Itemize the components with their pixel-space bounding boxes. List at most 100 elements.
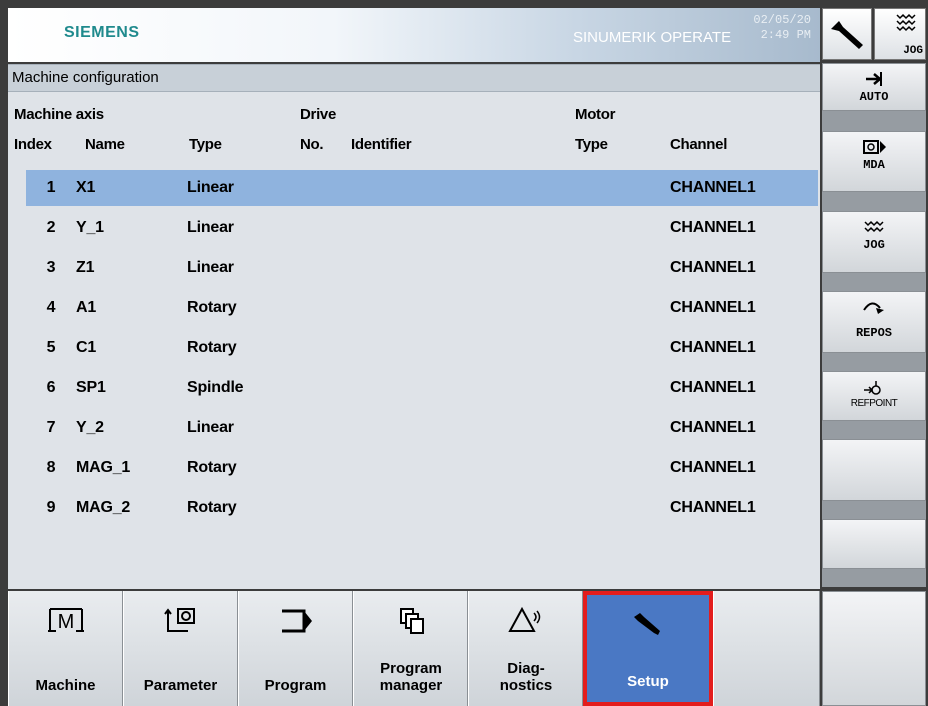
diagnostics-label: Diag-nostics [499,660,553,694]
machine-softkey[interactable]: M Machine [8,591,123,706]
cell-name: X1 [76,179,96,196]
column-channel: Channel [670,136,728,153]
refpoint-label: REFPOINT [850,398,898,409]
cell-name: Z1 [76,259,95,276]
program-manager-icon [354,603,467,637]
empty-vertical-softkey[interactable] [822,519,926,569]
cell-name: MAG_1 [76,459,131,476]
cell-channel: CHANNEL1 [670,419,756,436]
softkey-gap [822,353,926,371]
cell-channel: CHANNEL1 [670,179,756,196]
cell-index: 6 [46,379,56,396]
repos-softkey[interactable]: REPOS [822,291,926,353]
cell-index: 5 [46,339,56,356]
cell-index: 4 [46,299,56,316]
program-manager-softkey[interactable]: Program manager [353,591,468,706]
table-row[interactable]: 8 MAG_1 Rotary CHANNEL1 [26,450,818,486]
column-motor-type: Type [575,136,608,153]
table-row[interactable]: 1 X1 Linear CHANNEL1 [26,170,818,206]
mda-softkey[interactable]: MDA [822,131,926,192]
table-row[interactable]: 6 SP1 Spindle CHANNEL1 [26,370,818,406]
header-motor: Motor [575,106,616,123]
header-bar: SIEMENS SINUMERIK OPERATE 02/05/20 2:49 … [8,8,820,62]
empty-vertical-softkey[interactable] [822,591,926,706]
axis-table: Machine axis Drive Motor Index Name Type… [8,92,820,589]
column-type: Type [189,136,222,153]
refpoint-softkey[interactable]: REFPOINT [822,371,926,421]
cell-index: 7 [46,419,56,436]
program-label: Program [264,677,327,694]
time-text: 2:49 PM [760,28,811,42]
cell-channel: CHANNEL1 [670,219,756,236]
table-row[interactable]: 7 Y_2 Linear CHANNEL1 [26,410,818,446]
diagnostics-softkey[interactable]: Diag-nostics [468,591,583,706]
cell-type: Linear [187,219,234,236]
diagnostics-icon [469,603,582,637]
cell-channel: CHANNEL1 [670,379,756,396]
parameter-icon [124,603,237,637]
program-softkey[interactable]: Program [238,591,353,706]
wrench-icon [587,607,709,641]
table-row[interactable]: 5 C1 Rotary CHANNEL1 [26,330,818,366]
svg-text:M: M [57,611,74,633]
softkey-gap [822,569,926,587]
cell-channel: CHANNEL1 [670,499,756,516]
setup-label: Setup [627,673,669,690]
column-drive-no: No. [300,136,324,153]
cell-name: Y_1 [76,219,104,236]
column-name: Name [85,136,125,153]
cell-name: Y_2 [76,419,104,436]
siemens-logo: SIEMENS [64,24,140,41]
parameter-label: Parameter [143,677,218,694]
softkey-gap [822,273,926,291]
page-title: Machine configuration [12,69,159,86]
setup-softkey[interactable]: Setup [583,591,713,706]
machine-label: Machine [35,677,96,694]
cell-index: 3 [46,259,56,276]
table-row[interactable]: 9 MAG_2 Rotary CHANNEL1 [26,490,818,526]
header-drive: Drive [300,106,337,123]
date-text: 02/05/20 [753,13,811,27]
jog-label: JOG [863,238,885,252]
jog-softkey[interactable]: JOG [822,211,926,273]
parameter-softkey[interactable]: Parameter [123,591,238,706]
repos-icon [823,298,925,323]
repos-label: REPOS [855,326,892,340]
table-row[interactable]: 4 A1 Rotary CHANNEL1 [26,290,818,326]
softkey-gap [822,421,926,439]
program-icon [239,603,352,637]
empty-vertical-softkey[interactable] [822,439,926,501]
column-identifier: Identifier [351,136,412,153]
cell-channel: CHANNEL1 [670,299,756,316]
setup-mode-button[interactable] [822,8,872,60]
softkey-gap [822,501,926,519]
column-index: Index [14,136,52,153]
softkey-gap [822,192,926,211]
date-time: 02/05/20 2:49 PM [743,13,811,43]
jog-wave-icon [896,13,916,32]
cell-type: Linear [187,419,234,436]
cell-type: Rotary [187,299,237,316]
cell-name: SP1 [76,379,106,396]
mda-label: MDA [863,158,885,172]
softkey-gap [822,111,926,131]
cell-channel: CHANNEL1 [670,459,756,476]
machine-icon: M [9,603,122,637]
jog-mode-button[interactable]: JOG [874,8,926,60]
cell-name: MAG_2 [76,499,131,516]
empty-softkey[interactable] [713,591,820,706]
product-name: SINUMERIK OPERATE [573,29,732,46]
cell-index: 2 [46,219,56,236]
auto-softkey[interactable]: AUTO [822,63,926,111]
cell-type: Rotary [187,459,237,476]
cell-channel: CHANNEL1 [670,259,756,276]
jog-label: JOG [903,45,923,57]
table-row[interactable]: 2 Y_1 Linear CHANNEL1 [26,210,818,246]
cell-channel: CHANNEL1 [670,339,756,356]
cell-index: 1 [46,179,56,196]
cell-type: Rotary [187,339,237,356]
header-machine-axis: Machine axis [14,106,104,123]
auto-label: AUTO [859,90,889,104]
wrench-icon [831,21,863,49]
table-row[interactable]: 3 Z1 Linear CHANNEL1 [26,250,818,286]
